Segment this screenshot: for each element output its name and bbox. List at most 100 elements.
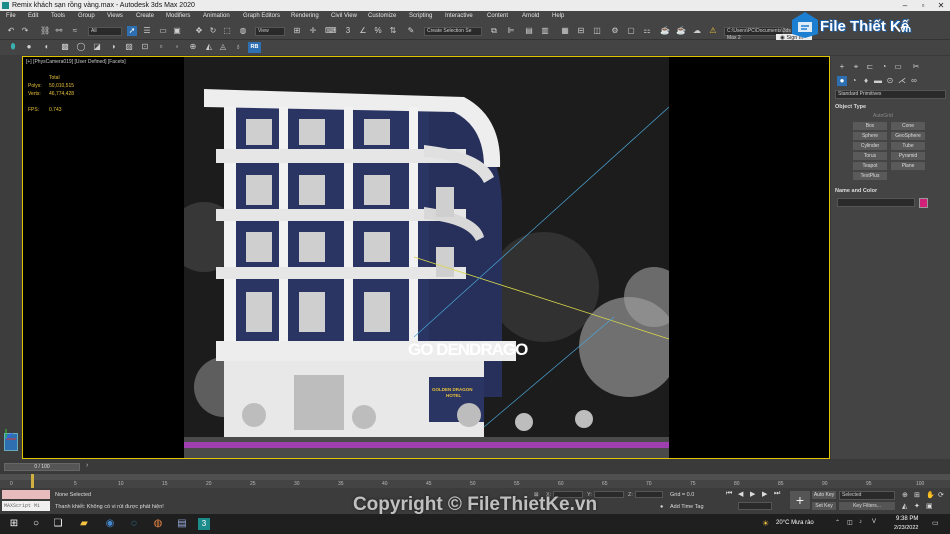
render-iterative-icon[interactable]: ☕ xyxy=(676,26,686,36)
edge-icon[interactable]: ◌ xyxy=(128,518,140,530)
select-object-icon[interactable]: ➚ xyxy=(127,26,137,36)
warning-icon[interactable]: ⚠ xyxy=(708,26,718,36)
camera-icon[interactable]: ▫ xyxy=(156,42,166,52)
shapes-icon[interactable]: ◔ xyxy=(849,76,859,86)
cone-button[interactable]: Cone xyxy=(891,122,925,130)
viewport-label[interactable]: [+] [PhysCamera019] [User Defined] [Face… xyxy=(26,59,126,65)
select-manipulate-icon[interactable]: ✛ xyxy=(308,26,318,36)
mirror-icon[interactable]: ⧉ xyxy=(489,26,499,36)
weather-icon[interactable]: ☀ xyxy=(762,519,769,528)
menu-rendering[interactable]: Rendering xyxy=(291,11,319,22)
cylinder-button[interactable]: Cylinder xyxy=(853,142,887,150)
render-cloud-icon[interactable]: ☁ xyxy=(692,26,702,36)
project-path-field[interactable]: C:\Users\PC\Documents\3ds Max 2 xyxy=(724,27,791,41)
time-slider[interactable]: 0 / 100 xyxy=(4,463,80,471)
percent-snap-icon[interactable]: % xyxy=(373,26,383,36)
motion-tab-icon[interactable]: ◔ xyxy=(879,62,889,72)
weather-status[interactable]: 20°C Mưa rào xyxy=(776,520,814,526)
3ds-max-taskbar-icon[interactable]: 3 xyxy=(198,518,210,530)
space-warp-icon[interactable]: ◭ xyxy=(204,42,214,52)
network-icon[interactable]: ◫ xyxy=(847,519,853,526)
menu-customize[interactable]: Customize xyxy=(368,11,396,22)
object-color-swatch[interactable] xyxy=(919,198,928,208)
bulb-icon[interactable]: ♁ xyxy=(233,42,243,52)
color-swatch-icon[interactable]: ◪ xyxy=(92,42,102,52)
spacewarps-icon[interactable]: ⋌ xyxy=(897,76,907,86)
menu-graph-editors[interactable]: Graph Editors xyxy=(243,11,280,22)
select-place-icon[interactable]: ◍ xyxy=(238,26,248,36)
menu-edit[interactable]: Edit xyxy=(28,11,38,22)
torus-button[interactable]: Torus xyxy=(853,152,887,160)
tube-button[interactable]: Tube xyxy=(891,142,925,150)
create-light-icon[interactable]: ⬮ xyxy=(8,42,18,52)
material-editor-icon[interactable]: ◫ xyxy=(592,26,602,36)
teapot-button[interactable]: Teapot xyxy=(853,162,887,170)
bind-space-warp-icon[interactable]: ≈ xyxy=(70,26,80,36)
cameras-icon[interactable]: ▬ xyxy=(873,76,883,86)
name-and-color-header[interactable]: Name and Color xyxy=(835,188,877,194)
render-setup-icon[interactable]: ⚙ xyxy=(610,26,620,36)
clock-time[interactable]: 9:38 PM xyxy=(896,516,918,522)
menu-file[interactable]: File xyxy=(6,11,16,22)
next-frame-icon[interactable]: › xyxy=(86,462,88,469)
systems-icon[interactable]: ◬ xyxy=(218,42,228,52)
search-icon[interactable]: ○ xyxy=(30,518,42,530)
zalo-icon[interactable]: ◉ xyxy=(104,518,116,530)
sphere-gizmo-icon[interactable]: ● xyxy=(24,42,34,52)
hierarchy-tab-icon[interactable]: ⊏ xyxy=(865,62,875,72)
rb-plugin-badge[interactable]: RB xyxy=(248,42,261,53)
unlink-icon[interactable]: ⚯ xyxy=(54,26,64,36)
plane-button[interactable]: Plane xyxy=(891,162,925,170)
light-icon[interactable]: ◦ xyxy=(172,42,182,52)
task-view-icon[interactable]: ❏ xyxy=(52,518,64,530)
chrome-icon[interactable]: ◍ xyxy=(152,518,164,530)
scene-explorer-icon[interactable]: ▤ xyxy=(524,26,534,36)
window-crossing-icon[interactable]: ▣ xyxy=(172,26,182,36)
keyboard-shortcut-icon[interactable]: ⌨ xyxy=(325,26,337,36)
box-button[interactable]: Box xyxy=(853,122,887,130)
array-icon[interactable]: ⊡ xyxy=(140,42,150,52)
object-name-input[interactable] xyxy=(837,198,915,207)
menu-create[interactable]: Create xyxy=(136,11,154,22)
box-shape-icon[interactable]: ▨ xyxy=(124,42,134,52)
geometry-category-dropdown[interactable]: Standard Primitives xyxy=(835,90,946,99)
autogrid-checkbox[interactable]: AutoGrid xyxy=(873,113,893,119)
schematic-view-icon[interactable]: ⊟ xyxy=(576,26,586,36)
reference-coordinate-dropdown[interactable]: View xyxy=(255,27,285,36)
menu-modifiers[interactable]: Modifiers xyxy=(166,11,190,22)
menu-tools[interactable]: Tools xyxy=(51,11,65,22)
render-teapot-icon[interactable]: ☕ xyxy=(660,26,670,36)
menu-views[interactable]: Views xyxy=(107,11,123,22)
geosphere-button[interactable]: GeoSphere xyxy=(891,132,925,140)
display-tab-icon[interactable]: ▭ xyxy=(893,62,903,72)
align-icon[interactable]: ⊫ xyxy=(506,26,516,36)
menu-group[interactable]: Group xyxy=(78,11,95,22)
menu-interactive[interactable]: Interactive xyxy=(445,11,473,22)
modify-tab-icon[interactable]: ⌖ xyxy=(851,62,861,72)
undo-icon[interactable]: ↶ xyxy=(6,26,16,36)
object-type-header[interactable]: Object Type xyxy=(835,104,866,110)
create-tab-icon[interactable]: + xyxy=(837,62,847,72)
file-explorer-icon[interactable]: ▰ xyxy=(78,518,90,530)
link-icon[interactable]: ⛓ xyxy=(40,26,50,36)
sphere-button[interactable]: Sphere xyxy=(853,132,887,140)
helper-icon[interactable]: ⊕ xyxy=(188,42,198,52)
menu-content[interactable]: Content xyxy=(487,11,508,22)
menu-help[interactable]: Help xyxy=(552,11,564,22)
utilities-tab-icon[interactable]: ✂ xyxy=(911,62,921,72)
volume-icon[interactable]: ♪ xyxy=(859,519,862,525)
clock-date[interactable]: 2/23/2022 xyxy=(894,525,918,531)
track-bar[interactable]: 0 5 10 15 20 25 30 35 40 45 50 55 60 65 … xyxy=(0,474,950,488)
select-by-name-icon[interactable]: ☰ xyxy=(142,26,152,36)
edit-named-selection-icon[interactable]: ✎ xyxy=(406,26,416,36)
rotate-icon[interactable]: ↻ xyxy=(208,26,218,36)
helpers-icon[interactable]: ⊙ xyxy=(885,76,895,86)
pivot-center-icon[interactable]: ⊞ xyxy=(292,26,302,36)
systems-tab-icon[interactable]: ∞ xyxy=(909,76,919,86)
tray-chevron-icon[interactable]: ⌃ xyxy=(835,519,840,526)
layer-explorer-icon[interactable]: ▥ xyxy=(540,26,550,36)
curve-editor-icon[interactable]: ▦ xyxy=(560,26,570,36)
lights-icon[interactable]: ♦ xyxy=(861,76,871,86)
selection-filter-dropdown[interactable]: All xyxy=(88,27,122,36)
menu-scripting[interactable]: Scripting xyxy=(409,11,432,22)
